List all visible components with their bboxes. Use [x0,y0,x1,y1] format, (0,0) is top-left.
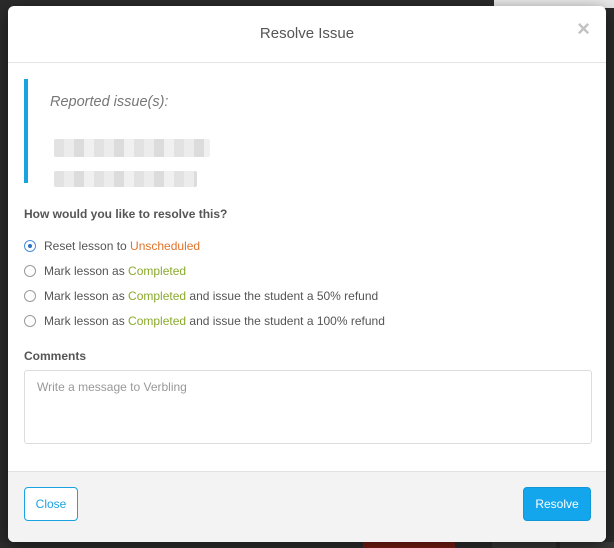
resolve-issue-dialog: Resolve Issue × Reported issue(s): How w… [8,6,606,542]
redacted-issue-text [54,171,197,187]
option-label-prefix: Mark lesson as [44,288,129,303]
resolution-options: Reset lesson to Unscheduled Mark lesson a… [24,233,590,333]
option-label: Mark lesson as Completed and issue the s… [44,314,385,328]
reported-issues-box: Reported issue(s): [24,79,590,187]
option-status: Completed [128,313,187,328]
option-label-suffix: and issue the student a 100% refund [186,313,385,328]
comments-label: Comments [24,349,87,363]
resolution-option[interactable]: Mark lesson as Completed and issue the s… [24,283,590,308]
option-label-prefix: Mark lesson as [44,313,129,328]
resolution-question: How would you like to resolve this? [24,207,228,221]
close-button[interactable]: Close [24,487,78,521]
option-status: Completed [128,263,187,278]
background-gray-element [492,542,556,548]
option-label: Mark lesson as Completed and issue the s… [44,289,378,303]
option-status: Completed [128,288,187,303]
resolve-button[interactable]: Resolve [523,487,591,521]
option-label-suffix: and issue the student a 50% refund [186,288,379,303]
reported-issues-label: Reported issue(s): [50,94,169,110]
resolution-option[interactable]: Reset lesson to Unscheduled [24,233,590,258]
option-label-prefix: Mark lesson as [44,263,129,278]
close-icon[interactable]: × [577,18,590,40]
radio-button[interactable] [24,239,36,252]
radio-button[interactable] [24,289,36,302]
option-status: Unscheduled [130,238,201,253]
option-label: Mark lesson as Completed [44,264,186,278]
redacted-issue-text [54,139,210,157]
radio-button[interactable] [24,264,36,277]
background-red-element [363,542,455,548]
comments-input[interactable] [24,370,592,444]
dialog-body: Reported issue(s): How would you like to… [8,79,606,449]
resolution-option[interactable]: Mark lesson as Completed [24,258,590,283]
resolution-option[interactable]: Mark lesson as Completed and issue the s… [24,308,590,333]
background-gray-element [560,542,614,548]
dialog-title: Resolve Issue [259,25,355,42]
dialog-header: Resolve Issue × [8,6,606,63]
dialog-footer: Close Resolve [8,471,606,542]
radio-button[interactable] [24,314,36,327]
option-label-prefix: Reset lesson to [44,238,131,253]
option-label: Reset lesson to Unscheduled [44,239,200,253]
